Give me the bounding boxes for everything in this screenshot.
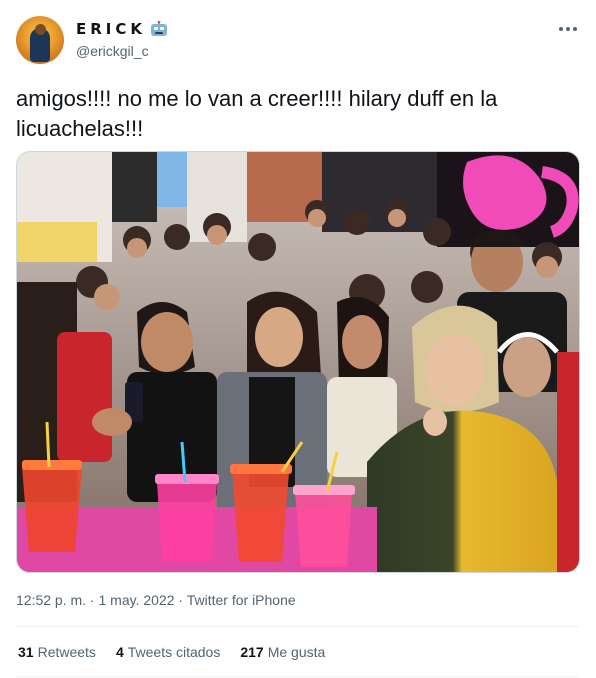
quotes-stat[interactable]: 4 Tweets citados <box>116 644 220 660</box>
divider-top <box>16 626 580 627</box>
author-name-row[interactable]: ERICK <box>76 20 168 38</box>
more-horizontal-icon[interactable] <box>556 20 580 38</box>
likes-label: Me gusta <box>267 644 326 660</box>
quotes-label: Tweets citados <box>127 644 221 660</box>
author-handle[interactable]: @erickgil_c <box>76 43 149 59</box>
robot-face-icon <box>150 20 168 37</box>
tweet-meta: 12:52 p. m. · 1 may. 2022 · Twitter for … <box>16 592 296 608</box>
retweets-label: Retweets <box>37 644 96 660</box>
tweet-text: amigos!!!! no me lo van a creer!!!! hila… <box>16 86 498 141</box>
meta-separator-2: · <box>174 592 187 608</box>
tweet-photo[interactable] <box>16 151 580 573</box>
quotes-count: 4 <box>115 644 124 660</box>
tweet-time[interactable]: 12:52 p. m. <box>16 592 86 608</box>
divider-bottom <box>16 676 580 677</box>
avatar[interactable] <box>16 16 64 64</box>
tweet-stats: 31 Retweets 4 Tweets citados 217 Me gust… <box>18 644 325 660</box>
avatar-head <box>35 24 46 35</box>
retweets-stat[interactable]: 31 Retweets <box>18 644 96 660</box>
tweet-source[interactable]: Twitter for iPhone <box>187 592 296 608</box>
author-display-name[interactable]: ERICK <box>76 20 146 38</box>
tweet-date[interactable]: 1 may. 2022 <box>99 592 175 608</box>
likes-count: 217 <box>240 644 264 660</box>
retweets-count: 31 <box>18 644 34 660</box>
meta-separator: · <box>86 592 99 608</box>
likes-stat[interactable]: 217 Me gusta <box>240 644 325 660</box>
